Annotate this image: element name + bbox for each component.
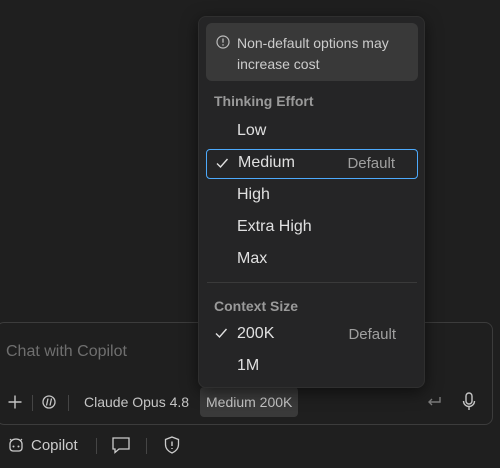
chat-bubble-icon[interactable] (110, 435, 132, 455)
menu-item-extra-high[interactable]: Extra High (206, 213, 418, 243)
menu-item-label: Medium (238, 154, 295, 171)
copilot-icon[interactable] (7, 437, 25, 453)
default-badge: Default (348, 326, 396, 343)
menu-item-label: High (237, 186, 270, 203)
microphone-icon[interactable] (460, 391, 478, 413)
toolbar-divider (68, 395, 69, 411)
context-size-header: Context Size (214, 298, 299, 314)
thinking-mode-picker[interactable]: Medium 200K (200, 387, 299, 417)
menu-item-label: 200K (237, 325, 275, 342)
menu-item-high[interactable]: High (206, 181, 418, 211)
menu-item-label: Max (237, 250, 268, 267)
default-badge: Default (347, 155, 395, 172)
model-picker[interactable]: Claude Opus 4.8 (84, 394, 189, 410)
status-divider (96, 438, 97, 454)
add-context-icon[interactable] (5, 392, 25, 412)
model-options-menu: Non-default options may increase cost Th… (198, 16, 425, 388)
send-return-icon[interactable] (425, 393, 443, 411)
cost-notice-text: Non-default options may increase cost (237, 35, 389, 72)
menu-divider (207, 282, 417, 283)
menu-item-label: Low (237, 122, 267, 139)
menu-item-medium[interactable]: Medium Default (206, 149, 418, 179)
check-icon (215, 156, 229, 175)
shield-icon[interactable] (162, 435, 182, 455)
menu-item-low[interactable]: Low (206, 117, 418, 147)
tools-icon[interactable] (40, 393, 58, 411)
chat-toolbar: Claude Opus 4.8 Medium 200K (0, 386, 500, 418)
status-divider (146, 438, 147, 454)
menu-item-200k[interactable]: 200K Default (206, 320, 418, 350)
info-icon (216, 35, 230, 54)
cost-notice: Non-default options may increase cost (206, 23, 418, 81)
copilot-status-label[interactable]: Copilot (31, 437, 78, 454)
menu-item-1m[interactable]: 1M (206, 352, 418, 382)
check-icon (214, 326, 228, 345)
chat-input-placeholder[interactable]: Chat with Copilot (6, 343, 127, 361)
toolbar-divider (32, 395, 33, 411)
menu-item-label: 1M (237, 357, 260, 374)
menu-item-max[interactable]: Max (206, 245, 418, 275)
status-bar: Copilot (0, 430, 500, 460)
copilot-chat-panel: Chat with Copilot Claude Opus 4.8 Medium… (0, 0, 500, 468)
thinking-effort-header: Thinking Effort (214, 93, 314, 109)
menu-item-label: Extra High (237, 218, 312, 235)
